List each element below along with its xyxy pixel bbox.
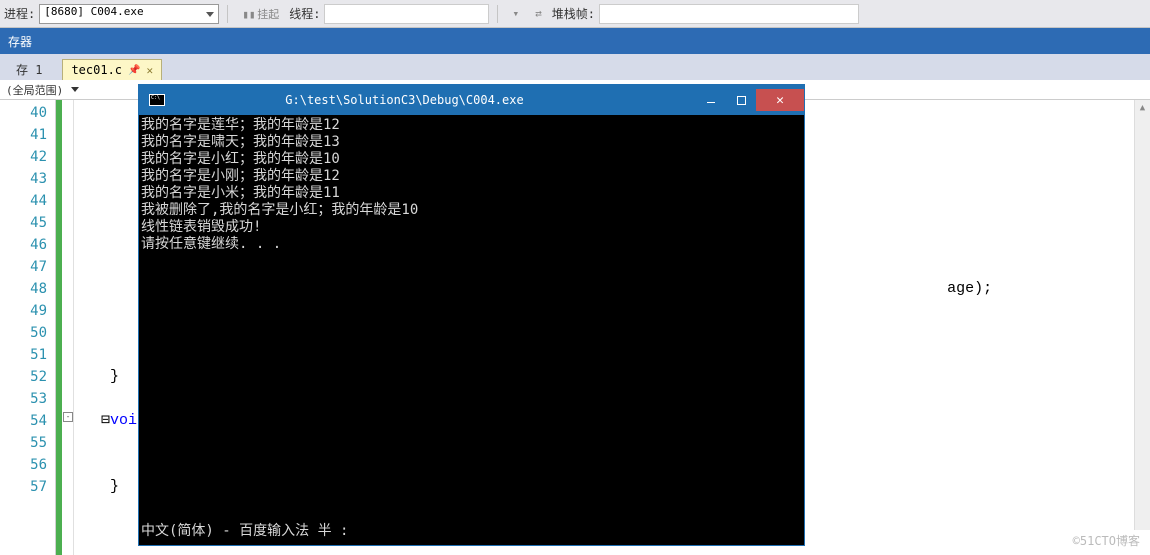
filter-button[interactable]: ▾ <box>506 4 525 24</box>
line-number: 57 <box>0 476 55 498</box>
line-number: 41 <box>0 124 55 146</box>
line-gutter: 404142434445464748495051525354555657 <box>0 100 56 555</box>
vertical-scrollbar[interactable]: ▲ <box>1134 100 1150 530</box>
thread-label: 线程: <box>289 5 320 22</box>
console-titlebar[interactable]: G:\test\SolutionC3\Debug\C004.exe ✕ <box>139 85 804 115</box>
thread-combo[interactable] <box>324 4 489 24</box>
process-value: [8680] C004.exe <box>44 5 143 18</box>
line-number: 44 <box>0 190 55 212</box>
debug-toolbar: 进程: [8680] C004.exe ▮▮挂起 线程: ▾ ⇄ 堆栈帧: <box>0 0 1150 28</box>
line-number: 50 <box>0 322 55 344</box>
console-line: 线性链表销毁成功! <box>141 219 802 236</box>
window-controls: ✕ <box>696 89 804 111</box>
funnel-icon: ▾ <box>512 7 519 20</box>
console-title: G:\test\SolutionC3\Debug\C004.exe <box>173 93 696 107</box>
panel-header: 存器 <box>0 28 1150 54</box>
console-line: 我的名字是啸天；我的年龄是13 <box>141 134 802 151</box>
console-line: 我的名字是小刚；我的年龄是12 <box>141 168 802 185</box>
process-label: 进程: <box>4 5 35 22</box>
tab-bar: 存 1 tec01.c 📌 ✕ <box>0 54 1150 80</box>
side-tab[interactable]: 存 1 <box>6 57 52 80</box>
fold-margin: - <box>62 100 74 555</box>
separator <box>497 5 498 23</box>
minimize-button[interactable] <box>696 89 726 111</box>
panel-title: 存器 <box>8 33 32 50</box>
close-icon[interactable]: ✕ <box>146 64 153 77</box>
maximize-button[interactable] <box>726 89 756 111</box>
console-line: 请按任意键继续. . . <box>141 236 802 253</box>
close-button[interactable]: ✕ <box>756 89 804 111</box>
watermark: ©51CTO博客 <box>1073 532 1140 549</box>
pause-icon: ▮▮ <box>242 8 254 20</box>
line-number: 40 <box>0 102 55 124</box>
line-number: 54 <box>0 410 55 432</box>
line-number: 52 <box>0 366 55 388</box>
line-number: 46 <box>0 234 55 256</box>
separator <box>227 5 228 23</box>
stack-label: 堆栈帧: <box>552 5 595 22</box>
line-number: 55 <box>0 432 55 454</box>
swap-button[interactable]: ⇄ <box>529 4 548 24</box>
console-body[interactable]: 我的名字是莲华；我的年龄是12我的名字是啸天；我的年龄是13我的名字是小红；我的… <box>139 115 804 545</box>
console-icon <box>149 94 165 106</box>
stack-combo[interactable] <box>599 4 859 24</box>
process-combo[interactable]: [8680] C004.exe <box>39 4 219 24</box>
line-number: 43 <box>0 168 55 190</box>
console-line: 我被删除了,我的名字是小红；我的年龄是10 <box>141 202 802 219</box>
console-line: 我的名字是小红；我的年龄是10 <box>141 151 802 168</box>
file-tab[interactable]: tec01.c 📌 ✕ <box>62 59 162 80</box>
ime-status: 中文(简体) - 百度输入法 半 : <box>141 523 802 540</box>
line-number: 49 <box>0 300 55 322</box>
console-line: 我的名字是莲华；我的年龄是12 <box>141 117 802 134</box>
file-tab-label: tec01.c <box>71 63 122 77</box>
line-number: 47 <box>0 256 55 278</box>
console-line: 我的名字是小米；我的年龄是11 <box>141 185 802 202</box>
console-window: G:\test\SolutionC3\Debug\C004.exe ✕ 我的名字… <box>139 85 804 545</box>
fold-toggle[interactable]: - <box>63 412 73 422</box>
swap-icon: ⇄ <box>535 7 542 20</box>
line-number: 42 <box>0 146 55 168</box>
scroll-up-icon[interactable]: ▲ <box>1135 100 1150 116</box>
line-number: 48 <box>0 278 55 300</box>
line-number: 51 <box>0 344 55 366</box>
suspend-button[interactable]: ▮▮挂起 <box>236 4 285 24</box>
pin-icon[interactable]: 📌 <box>128 65 140 76</box>
line-number: 45 <box>0 212 55 234</box>
line-number: 56 <box>0 454 55 476</box>
scope-dropdown[interactable]: (全局范围) <box>6 82 79 98</box>
line-number: 53 <box>0 388 55 410</box>
